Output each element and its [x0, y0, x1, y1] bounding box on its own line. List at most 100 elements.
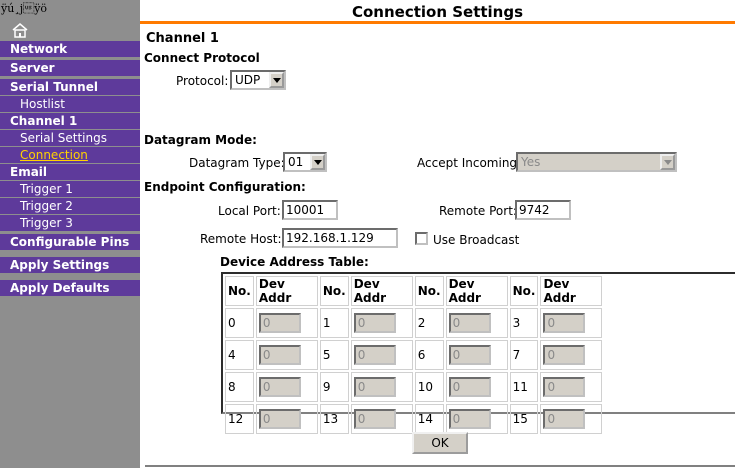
nav-trigger-3[interactable]: Trigger 3	[0, 215, 140, 231]
nav-channel-1-label: Channel 1	[10, 114, 78, 128]
home-icon[interactable]	[11, 22, 29, 38]
device-number: 1	[319, 308, 349, 338]
nav-email-label: Email	[10, 165, 48, 179]
device-addr-cell: 0	[445, 340, 508, 370]
column-header-dev-addr: Dev Addr	[350, 276, 413, 306]
accept-incoming-label: Accept Incoming:	[417, 156, 522, 170]
device-addr-cell: 0	[445, 372, 508, 402]
main-content: Connection Settings Channel 1 Connect Pr…	[140, 0, 735, 468]
nav-hostlist[interactable]: Hostlist	[0, 96, 140, 112]
table-header-row: No. Dev Addr No. Dev Addr No. Dev Addr No. Dev …	[225, 276, 603, 306]
ok-button[interactable]: OK	[412, 432, 468, 454]
device-addr-cell: 0	[540, 404, 603, 434]
device-addr-input[interactable]: 0	[353, 409, 396, 429]
nav-server[interactable]: Server	[0, 60, 140, 76]
nav-connection[interactable]: Connection	[0, 147, 140, 163]
nav-connection-label: Connection	[20, 148, 88, 162]
nav-trigger-1[interactable]: Trigger 1	[0, 181, 140, 197]
logo-text: ÿú¸j ÿö	[1, 2, 48, 15]
device-number: 12	[225, 404, 254, 434]
device-addr-input[interactable]: 0	[543, 313, 586, 333]
device-addr-input[interactable]: 0	[353, 313, 396, 333]
column-header-dev-addr: Dev Addr	[540, 276, 603, 306]
nav-server-label: Server	[10, 61, 55, 75]
nav-serial-tunnel[interactable]: Serial Tunnel	[0, 79, 140, 95]
table-row: 8 0 9 0 10 0 11 0	[225, 372, 603, 402]
table-row: 12 0 13 0 14 0 15 0	[225, 404, 603, 434]
use-broadcast-checkbox[interactable]	[415, 232, 428, 245]
use-broadcast-label: Use Broadcast	[433, 233, 520, 247]
local-port-input[interactable]: 10001	[282, 200, 338, 220]
table-row: 00102030	[225, 308, 603, 338]
device-addr-cell: 0	[255, 340, 318, 370]
nav-serial-tunnel-label: Serial Tunnel	[10, 80, 98, 94]
device-address-table: No. Dev Addr No. Dev Addr No. Dev Addr No. Dev …	[221, 272, 735, 434]
nav-trigger-2[interactable]: Trigger 2	[0, 198, 140, 214]
device-addr-cell: 0	[350, 404, 413, 434]
device-addr-input[interactable]: 0	[258, 313, 301, 333]
protocol-select[interactable]: UDP	[230, 70, 286, 90]
device-number: 6	[414, 340, 444, 370]
chevron-down-icon	[269, 72, 284, 88]
device-number: 10	[414, 372, 444, 402]
column-header-dev-addr: Dev Addr	[255, 276, 318, 306]
device-number: 9	[319, 372, 349, 402]
device-addr-input[interactable]: 0	[543, 409, 586, 429]
device-addr-input[interactable]: 0	[448, 409, 491, 429]
device-addr-input[interactable]: 0	[448, 377, 491, 397]
nav-email[interactable]: Email	[0, 164, 140, 180]
endpoint-heading: Endpoint Configuration:	[144, 180, 306, 194]
device-addr-cell: 0	[350, 372, 413, 402]
device-number: 4	[225, 340, 254, 370]
nav-configurable-pins[interactable]: Configurable Pins	[0, 234, 140, 250]
remote-port-input[interactable]: 9742	[515, 200, 571, 220]
nav-apply-settings[interactable]: Apply Settings	[0, 257, 140, 273]
column-header-no: No.	[509, 276, 539, 306]
column-header-no: No.	[319, 276, 349, 306]
nav-network[interactable]: Network	[0, 41, 140, 57]
channel-heading: Channel 1	[146, 31, 219, 46]
sidebar: ÿú¸j ÿö Network Server Serial Tunnel Hos…	[0, 0, 140, 468]
device-addr-cell: 0	[540, 372, 603, 402]
nav-apply-settings-label: Apply Settings	[10, 258, 110, 272]
device-addr-input[interactable]: 0	[258, 377, 301, 397]
device-addr-cell: 0	[540, 308, 603, 338]
protocol-label: Protocol:	[176, 74, 229, 88]
device-number: 3	[509, 308, 539, 338]
local-port-label: Local Port:	[218, 204, 281, 218]
device-table-heading: Device Address Table:	[220, 255, 369, 269]
nav-trigger-1-label: Trigger 1	[20, 182, 73, 196]
device-addr-input[interactable]: 0	[353, 345, 396, 365]
datagram-mode-heading: Datagram Mode:	[144, 133, 257, 147]
device-number: 2	[414, 308, 444, 338]
device-number: 7	[509, 340, 539, 370]
datagram-type-value: 01	[288, 155, 304, 169]
remote-port-label: Remote Port:	[439, 204, 517, 218]
device-addr-cell: 0	[445, 308, 508, 338]
column-header-dev-addr: Dev Addr	[445, 276, 508, 306]
nav-trigger-3-label: Trigger 3	[20, 216, 73, 230]
device-addr-input[interactable]: 0	[448, 345, 491, 365]
connect-protocol-heading: Connect Protocol	[144, 51, 260, 65]
device-addr-input[interactable]: 0	[543, 345, 586, 365]
device-addr-input[interactable]: 0	[353, 377, 396, 397]
protocol-value: UDP	[235, 73, 261, 87]
nav-serial-settings[interactable]: Serial Settings	[0, 130, 140, 146]
device-addr-input[interactable]: 0	[448, 313, 491, 333]
nav-apply-defaults[interactable]: Apply Defaults	[0, 280, 140, 296]
device-address-grid: No. Dev Addr No. Dev Addr No. Dev Addr No. Dev …	[223, 274, 604, 436]
device-addr-input[interactable]: 0	[543, 377, 586, 397]
device-addr-input[interactable]: 0	[258, 409, 301, 429]
device-number: 13	[319, 404, 349, 434]
datagram-type-select[interactable]: 01	[283, 152, 327, 172]
table-row: 40506070	[225, 340, 603, 370]
column-header-no: No.	[414, 276, 444, 306]
device-addr-input[interactable]: 0	[258, 345, 301, 365]
device-addr-cell: 0	[445, 404, 508, 434]
remote-host-label: Remote Host:	[200, 232, 282, 246]
nav-channel-1[interactable]: Channel 1	[0, 113, 140, 129]
accept-incoming-select[interactable]: Yes	[516, 152, 677, 172]
device-number: 15	[509, 404, 539, 434]
remote-host-input[interactable]: 192.168.1.129	[282, 228, 398, 248]
device-number: 8	[225, 372, 254, 402]
